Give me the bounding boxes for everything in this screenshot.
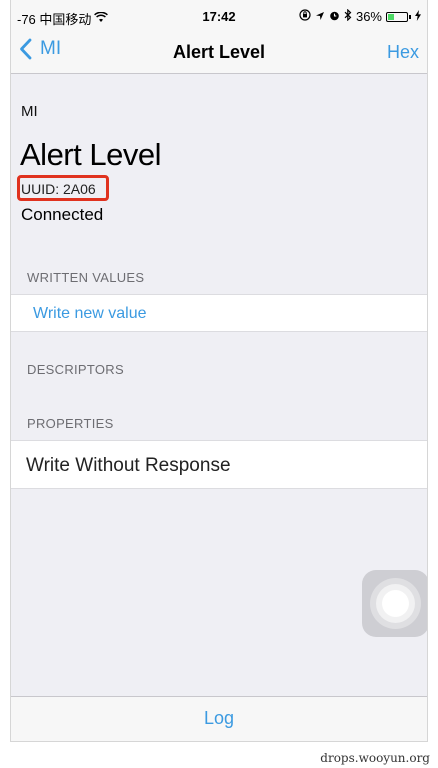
descriptors-header: DESCRIPTORS [27, 362, 124, 377]
status-bar: -76 中国移动 17:42 36% [11, 0, 427, 32]
bottom-toolbar: Log [11, 696, 427, 741]
log-button[interactable]: Log [11, 708, 427, 729]
location-icon [315, 9, 325, 24]
battery-icon [386, 11, 408, 22]
bluetooth-icon [344, 8, 352, 24]
navigation-bar: MI Alert Level Hex [11, 32, 427, 74]
characteristic-name: Alert Level [20, 137, 161, 172]
page-title: Alert Level [172, 42, 266, 62]
battery-percent: 36% [355, 9, 382, 24]
battery-tip [409, 14, 411, 19]
written-values-header: WRITTEN VALUES [27, 270, 145, 285]
property-cell: Write Without Response [11, 440, 427, 489]
property-label: Write Without Response [26, 455, 231, 476]
connection-status: Connected [21, 205, 104, 224]
hex-button[interactable]: Hex [387, 42, 419, 63]
assistive-touch-ring-inner [382, 590, 409, 617]
status-right: 36% [299, 8, 421, 24]
assistive-touch-button[interactable] [362, 570, 427, 637]
battery-fill [388, 13, 394, 20]
properties-header: PROPERTIES [27, 416, 114, 431]
write-new-value-cell[interactable]: Write new value [11, 294, 427, 332]
watermark: drops.wooyun.org [320, 751, 430, 765]
phone-screen: -76 中国移动 17:42 36% MI Alert Level Hex MI… [10, 0, 428, 742]
charging-icon [415, 9, 421, 24]
device-name: MI [21, 103, 38, 120]
orientation-lock-icon [299, 9, 311, 24]
alarm-icon [329, 9, 340, 24]
uuid-label: UUID: 2A06 [21, 181, 96, 197]
write-new-value-label[interactable]: Write new value [33, 305, 147, 323]
